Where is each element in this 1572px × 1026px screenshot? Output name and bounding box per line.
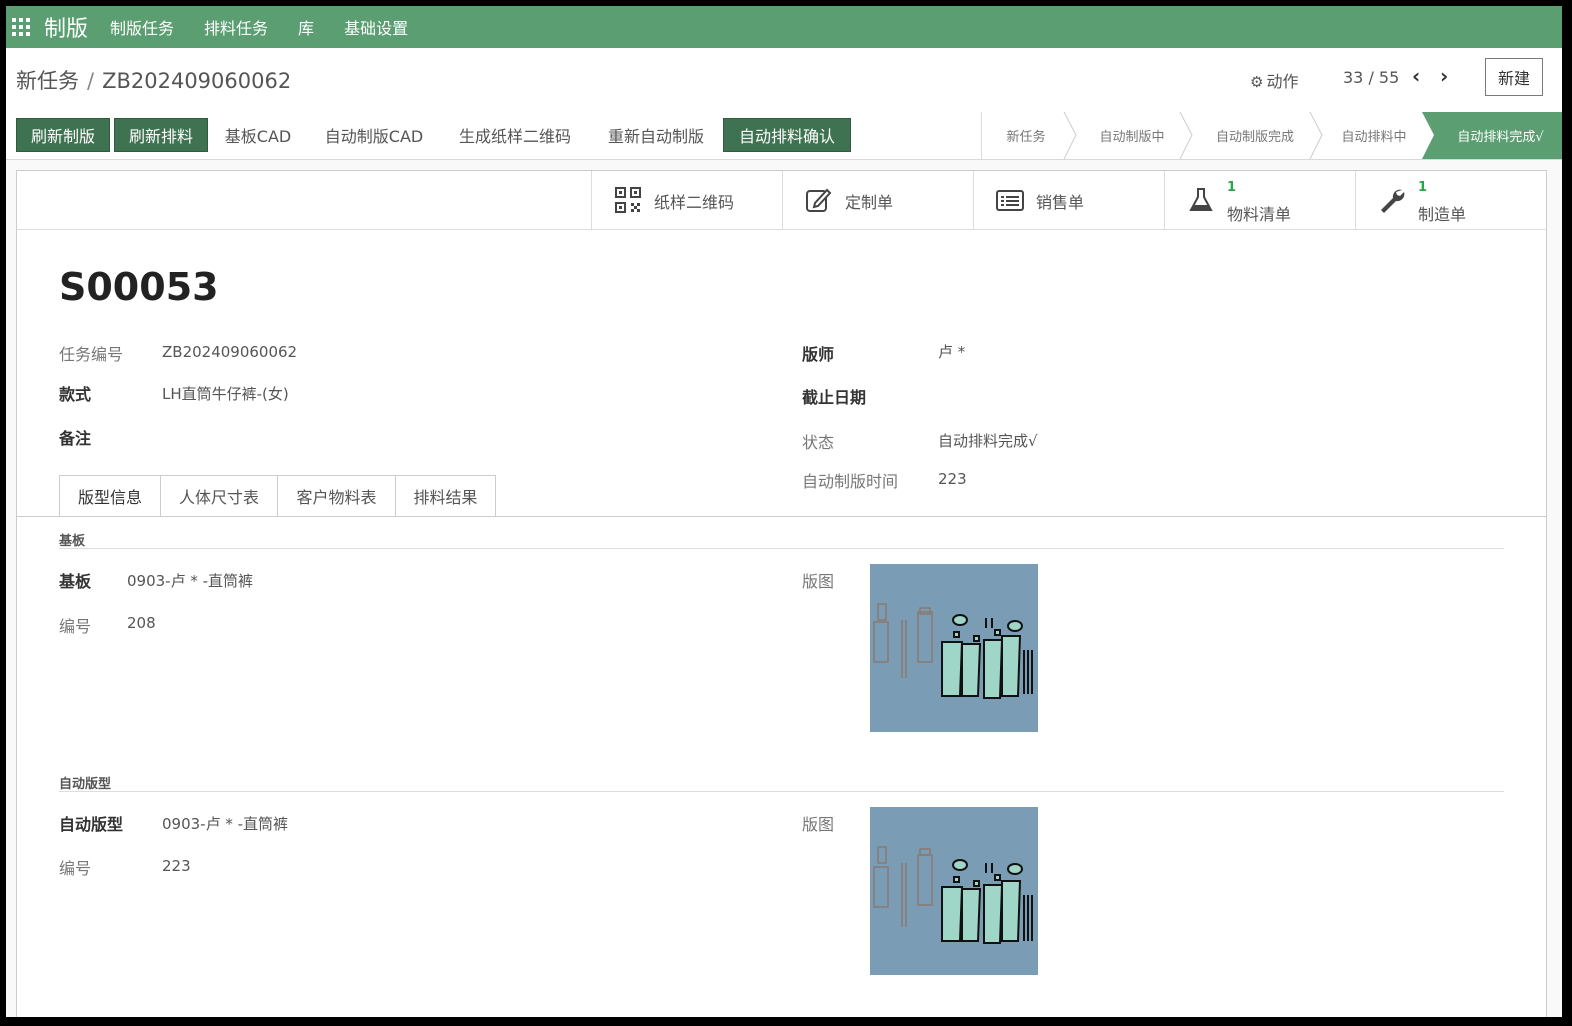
base-pattern-image[interactable] bbox=[870, 564, 1038, 732]
base-section-title: 基板 bbox=[59, 534, 86, 549]
qr-code-icon bbox=[615, 187, 641, 213]
nav-item-pattern-tasks[interactable]: 制版任务 bbox=[110, 15, 174, 39]
base-image-label: 版图 bbox=[802, 572, 835, 591]
app-window: 制版 制版任务 排料任务 库 基础设置 新任务 / ZB202409060062 ⚙… bbox=[6, 6, 1562, 1017]
breadcrumb-current: ZB202409060062 bbox=[102, 69, 292, 93]
state-label: 状态 bbox=[802, 433, 835, 452]
base-value[interactable]: 0903-卢 * -直筒裤 bbox=[127, 570, 253, 591]
task-no-value: ZB202409060062 bbox=[162, 343, 298, 361]
auto-section-title: 自动版型 bbox=[59, 777, 112, 792]
bom-count: 1 bbox=[1227, 180, 1237, 195]
auto-time-label: 自动制版时间 bbox=[802, 472, 899, 491]
edit-icon bbox=[806, 188, 832, 212]
sales-order-smart-button[interactable]: 销售单 bbox=[973, 171, 1163, 229]
step-separator-icon bbox=[1179, 112, 1193, 159]
flask-icon bbox=[1189, 188, 1213, 211]
base-cad-button[interactable]: 基板CAD bbox=[214, 118, 302, 152]
pattern-layout-drawing bbox=[873, 603, 1033, 699]
maker-label: 版师 bbox=[802, 345, 835, 364]
breadcrumb-parent[interactable]: 新任务 bbox=[16, 69, 79, 93]
confirm-auto-marker-button[interactable]: 自动排料确认 bbox=[723, 118, 851, 152]
control-panel: 新任务 / ZB202409060062 ⚙ 动作 33 / 55 ‹ › 新建 bbox=[6, 48, 1562, 113]
gear-icon: ⚙ bbox=[1250, 73, 1264, 91]
base-no-value: 208 bbox=[127, 614, 156, 632]
mo-count: 1 bbox=[1418, 180, 1428, 195]
new-button[interactable]: 新建 bbox=[1485, 58, 1543, 96]
step-auto-pattern-done[interactable]: 自动制版完成 bbox=[1194, 112, 1316, 159]
action-menu-label: 动作 bbox=[1266, 72, 1299, 91]
refresh-pattern-button[interactable]: 刷新制版 bbox=[16, 118, 110, 152]
style-label: 款式 bbox=[59, 385, 92, 404]
refresh-marker-button[interactable]: 刷新排料 bbox=[114, 118, 208, 152]
auto-time-value: 223 bbox=[938, 470, 967, 488]
tab-body-measurements[interactable]: 人体尺寸表 bbox=[160, 475, 278, 517]
qr-code-smart-button[interactable]: 纸样二维码 bbox=[591, 171, 781, 229]
tab-marker-result[interactable]: 排料结果 bbox=[395, 475, 496, 517]
record-title: S00053 bbox=[59, 265, 219, 309]
note-label: 备注 bbox=[59, 429, 92, 448]
auto-no-label: 编号 bbox=[59, 859, 92, 878]
auto-pattern-cad-button[interactable]: 自动制版CAD bbox=[312, 118, 436, 152]
auto-pattern-label: 自动版型 bbox=[59, 815, 124, 834]
tab-divider bbox=[17, 516, 1546, 517]
chevron-right-icon[interactable]: › bbox=[1440, 64, 1448, 88]
task-no-label: 任务编号 bbox=[59, 345, 124, 364]
custom-order-smart-button[interactable]: 定制单 bbox=[782, 171, 972, 229]
action-menu-button[interactable]: ⚙ 动作 bbox=[1250, 68, 1298, 92]
bom-label: 物料清单 bbox=[1227, 205, 1292, 224]
breadcrumb-separator: / bbox=[87, 69, 95, 93]
custom-order-label: 定制单 bbox=[845, 193, 894, 212]
qr-code-label: 纸样二维码 bbox=[654, 193, 735, 212]
deadline-label: 截止日期 bbox=[802, 388, 867, 407]
breadcrumb: 新任务 / ZB202409060062 bbox=[16, 65, 291, 95]
tab-customer-materials[interactable]: 客户物料表 bbox=[277, 475, 396, 517]
base-no-label: 编号 bbox=[59, 617, 92, 636]
section-divider bbox=[59, 791, 1504, 792]
pager-value[interactable]: 33 / 55 bbox=[1343, 68, 1399, 87]
apps-grid-icon[interactable] bbox=[12, 18, 30, 36]
tab-pattern-info[interactable]: 版型信息 bbox=[59, 475, 161, 517]
step-new-task[interactable]: 新任务 bbox=[982, 112, 1070, 159]
state-value: 自动排料完成√ bbox=[938, 432, 1038, 450]
auto-pattern-image[interactable] bbox=[870, 807, 1038, 975]
step-auto-marker-done[interactable]: 自动排料完成√ bbox=[1438, 112, 1562, 159]
auto-no-value: 223 bbox=[162, 857, 191, 875]
nav-item-library[interactable]: 库 bbox=[298, 15, 314, 39]
base-label: 基板 bbox=[59, 572, 92, 591]
app-title: 制版 bbox=[44, 17, 89, 42]
step-auto-pattern-running[interactable]: 自动制版中 bbox=[1078, 112, 1186, 159]
manufacturing-order-smart-button[interactable]: 1 制造单 bbox=[1355, 171, 1545, 229]
section-divider bbox=[59, 548, 1504, 549]
chevron-left-icon[interactable]: ‹ bbox=[1412, 64, 1420, 88]
list-icon bbox=[996, 190, 1024, 211]
auto-image-label: 版图 bbox=[802, 815, 835, 834]
step-separator-icon bbox=[1309, 112, 1323, 159]
mo-label: 制造单 bbox=[1418, 205, 1467, 224]
step-auto-marker-running[interactable]: 自动排料中 bbox=[1324, 112, 1424, 159]
auto-pattern-value[interactable]: 0903-卢 * -直筒裤 bbox=[162, 813, 288, 834]
form-sheet: 纸样二维码 定制单 销售单 1 物料清单 1 制造单 S00053 任务编号 Z… bbox=[16, 170, 1547, 1017]
redo-auto-pattern-button[interactable]: 重新自动制版 bbox=[594, 118, 718, 152]
state-pipeline: 新任务 自动制版中 自动制版完成 自动排料中 自动排料完成√ bbox=[981, 112, 1562, 159]
wrench-icon bbox=[1381, 189, 1405, 213]
smart-button-bar: 纸样二维码 定制单 销售单 1 物料清单 1 制造单 bbox=[17, 171, 1546, 230]
sales-order-label: 销售单 bbox=[1036, 193, 1085, 212]
maker-value[interactable]: 卢 * bbox=[938, 341, 965, 362]
nav-item-marker-tasks[interactable]: 排料任务 bbox=[204, 15, 268, 39]
pattern-layout-drawing bbox=[873, 846, 1033, 944]
step-separator-icon bbox=[1063, 112, 1077, 159]
style-value[interactable]: LH直筒牛仔裤-(女) bbox=[162, 383, 289, 404]
generate-qr-button[interactable]: 生成纸样二维码 bbox=[446, 118, 584, 152]
nav-item-settings[interactable]: 基础设置 bbox=[344, 15, 408, 39]
bom-smart-button[interactable]: 1 物料清单 bbox=[1164, 171, 1354, 229]
status-bar: 刷新制版 刷新排料 基板CAD 自动制版CAD 生成纸样二维码 重新自动制版 自… bbox=[6, 112, 1562, 160]
top-navbar: 制版 制版任务 排料任务 库 基础设置 bbox=[6, 6, 1562, 48]
